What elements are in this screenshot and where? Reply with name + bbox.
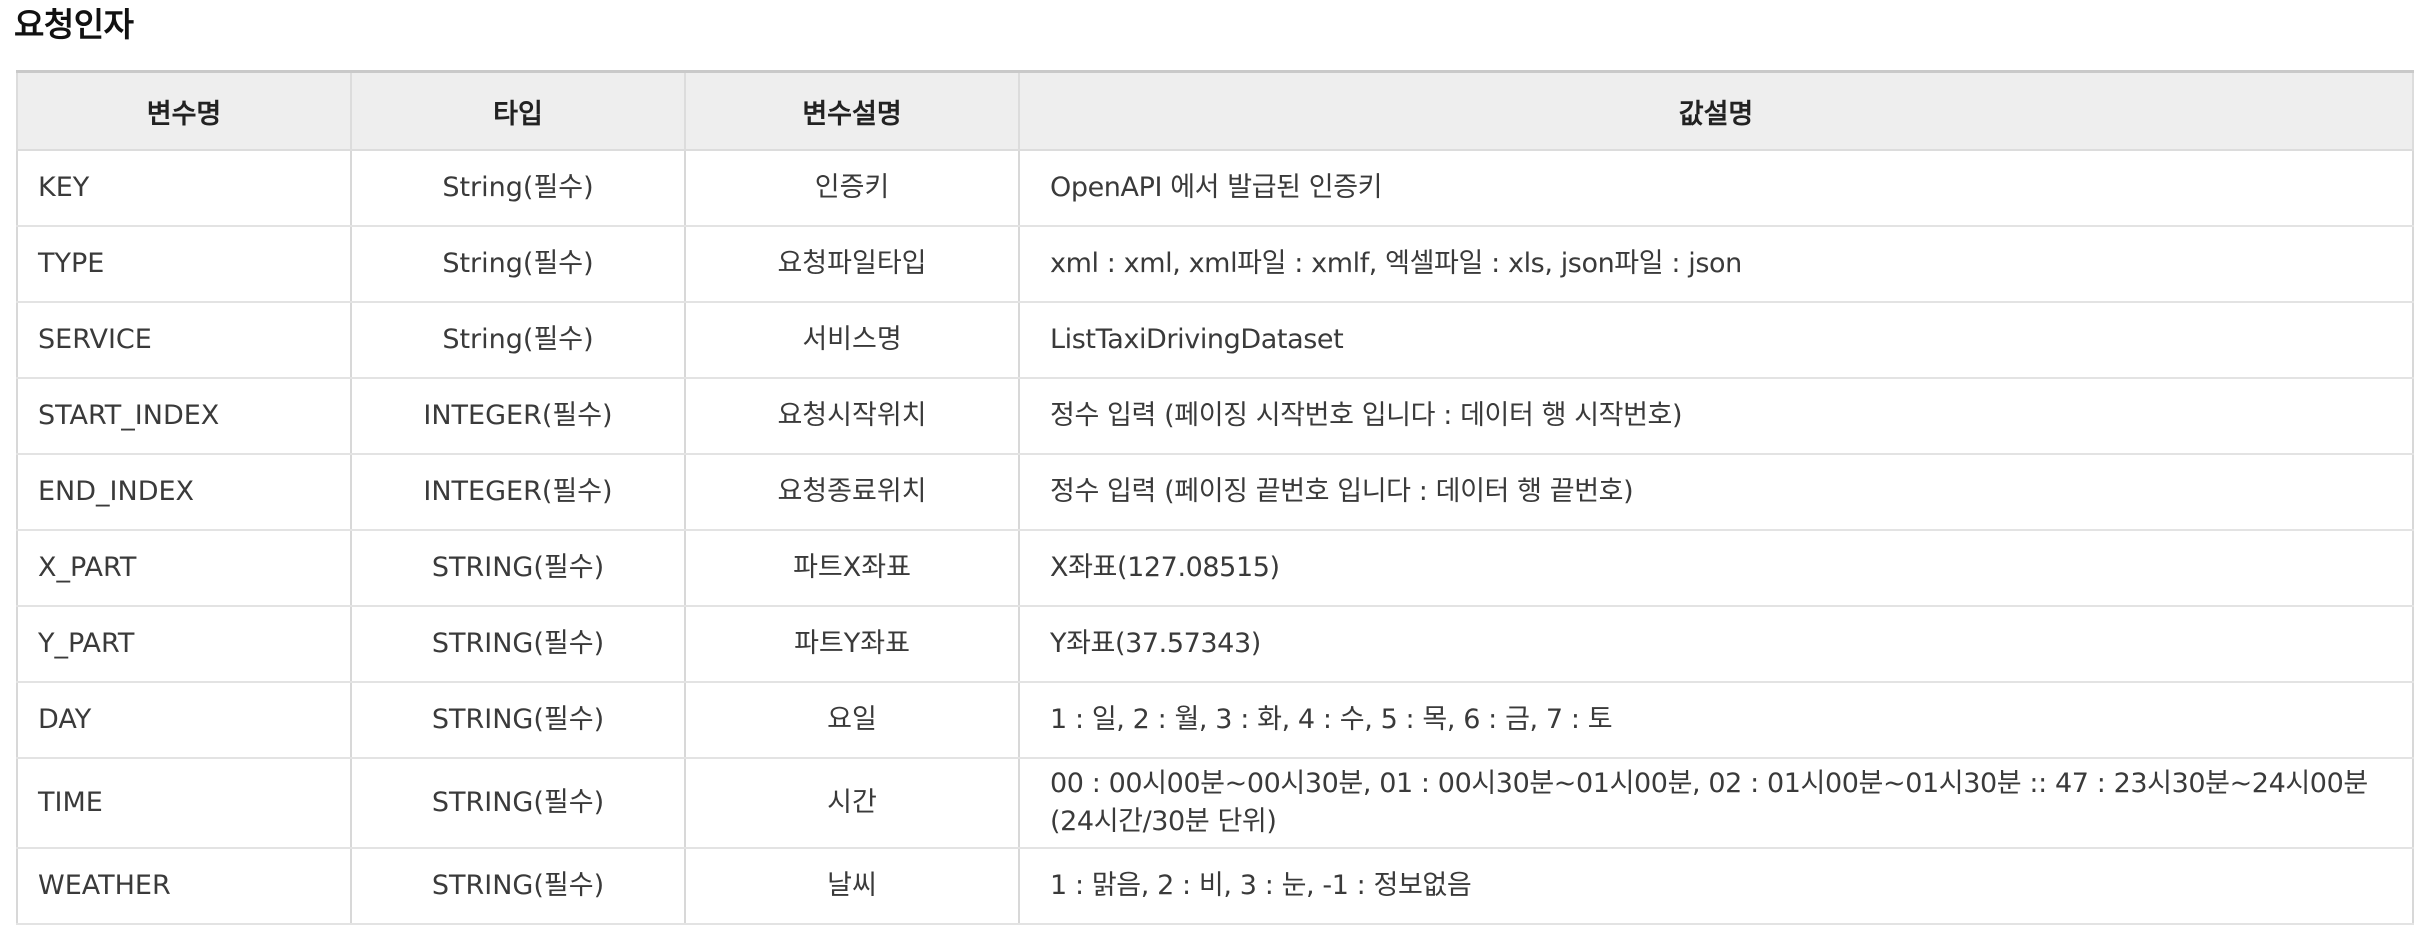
cell-variable-description: 요청파일타입 (684, 225, 1020, 303)
cell-variable-description: 요청종료위치 (684, 453, 1020, 531)
cell-variable-name: TYPE (16, 225, 352, 303)
cell-type: STRING(필수) (350, 757, 686, 849)
cell-value-description: Y좌표(37.57343) (1018, 605, 2414, 683)
cell-type: STRING(필수) (350, 605, 686, 683)
cell-type: STRING(필수) (350, 529, 686, 607)
cell-variable-description: 날씨 (684, 847, 1020, 925)
cell-variable-name: Y_PART (16, 605, 352, 683)
table-row: TIME STRING(필수) 시간 00 : 00시00분~00시30분, 0… (16, 757, 2414, 849)
table-row: START_INDEX INTEGER(필수) 요청시작위치 정수 입력 (페이… (16, 377, 2414, 455)
cell-variable-description: 파트X좌표 (684, 529, 1020, 607)
cell-value-description: 1 : 일, 2 : 월, 3 : 화, 4 : 수, 5 : 목, 6 : 금… (1018, 681, 2414, 759)
cell-value-description: ListTaxiDrivingDataset (1018, 301, 2414, 379)
table-row: Y_PART STRING(필수) 파트Y좌표 Y좌표(37.57343) (16, 605, 2414, 683)
cell-type: STRING(필수) (350, 847, 686, 925)
cell-type: INTEGER(필수) (350, 453, 686, 531)
table-row: SERVICE String(필수) 서비스명 ListTaxiDrivingD… (16, 301, 2414, 379)
cell-variable-description: 서비스명 (684, 301, 1020, 379)
cell-type: STRING(필수) (350, 681, 686, 759)
cell-type: String(필수) (350, 225, 686, 303)
table-row: DAY STRING(필수) 요일 1 : 일, 2 : 월, 3 : 화, 4… (16, 681, 2414, 759)
header-row: 변수명 타입 변수설명 값설명 (16, 70, 2414, 151)
cell-type: String(필수) (350, 149, 686, 227)
cell-value-description: OpenAPI 에서 발급된 인증키 (1018, 149, 2414, 227)
cell-variable-name: KEY (16, 149, 352, 227)
header-value-description: 값설명 (1018, 70, 2414, 151)
cell-value-description: 00 : 00시00분~00시30분, 01 : 00시30분~01시00분, … (1018, 757, 2414, 849)
table-body: KEY String(필수) 인증키 OpenAPI 에서 발급된 인증키 TY… (16, 149, 2414, 925)
cell-value-description: xml : xml, xml파일 : xmlf, 엑셀파일 : xls, jso… (1018, 225, 2414, 303)
cell-type: INTEGER(필수) (350, 377, 686, 455)
table-row: X_PART STRING(필수) 파트X좌표 X좌표(127.08515) (16, 529, 2414, 607)
cell-variable-description: 요일 (684, 681, 1020, 759)
cell-value-description: 1 : 맑음, 2 : 비, 3 : 눈, -1 : 정보없음 (1018, 847, 2414, 925)
cell-value-description: X좌표(127.08515) (1018, 529, 2414, 607)
table-row: KEY String(필수) 인증키 OpenAPI 에서 발급된 인증키 (16, 149, 2414, 227)
cell-variable-name: X_PART (16, 529, 352, 607)
cell-variable-name: END_INDEX (16, 453, 352, 531)
table-row: WEATHER STRING(필수) 날씨 1 : 맑음, 2 : 비, 3 :… (16, 847, 2414, 925)
cell-variable-description: 파트Y좌표 (684, 605, 1020, 683)
request-params-table: 변수명 타입 변수설명 값설명 KEY String(필수) 인증키 OpenA… (16, 70, 2414, 925)
header-type: 타입 (350, 70, 686, 151)
cell-value-description: 정수 입력 (페이징 시작번호 입니다 : 데이터 행 시작번호) (1018, 377, 2414, 455)
cell-variable-name: WEATHER (16, 847, 352, 925)
cell-variable-name: START_INDEX (16, 377, 352, 455)
table-row: TYPE String(필수) 요청파일타입 xml : xml, xml파일 … (16, 225, 2414, 303)
cell-variable-description: 시간 (684, 757, 1020, 849)
header-variable-name: 변수명 (16, 70, 352, 151)
header-variable-description: 변수설명 (684, 70, 1020, 151)
table-header: 변수명 타입 변수설명 값설명 (16, 70, 2414, 151)
table-row: END_INDEX INTEGER(필수) 요청종료위치 정수 입력 (페이징 … (16, 453, 2414, 531)
cell-variable-name: SERVICE (16, 301, 352, 379)
cell-variable-description: 요청시작위치 (684, 377, 1020, 455)
cell-variable-name: DAY (16, 681, 352, 759)
cell-variable-description: 인증키 (684, 149, 1020, 227)
cell-variable-name: TIME (16, 757, 352, 849)
cell-type: String(필수) (350, 301, 686, 379)
page-title: 요청인자 (14, 5, 134, 44)
cell-value-description: 정수 입력 (페이징 끝번호 입니다 : 데이터 행 끝번호) (1018, 453, 2414, 531)
